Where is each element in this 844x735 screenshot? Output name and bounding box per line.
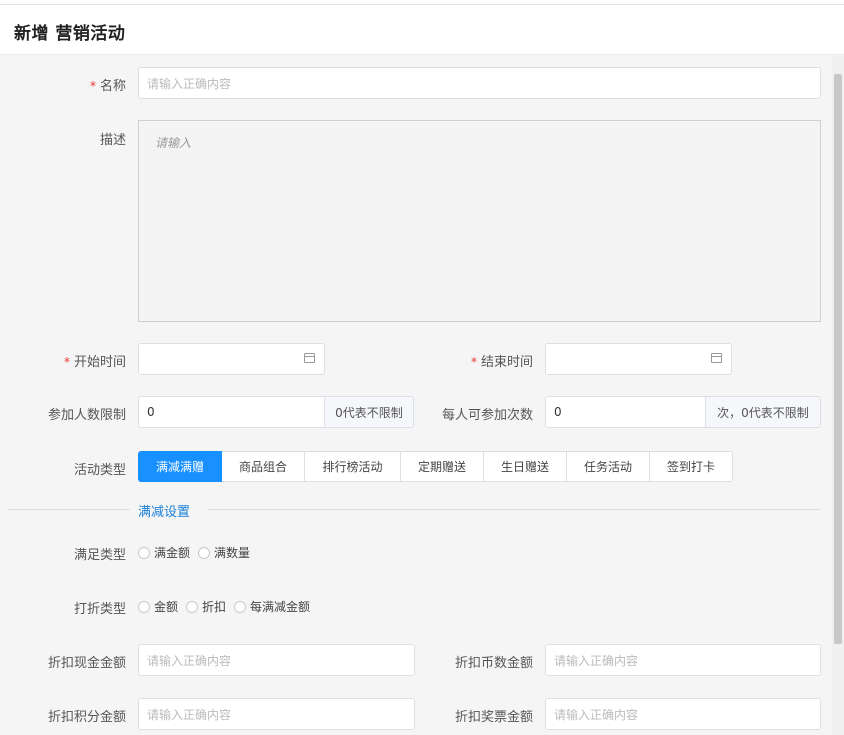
end-time-picker[interactable]: [545, 343, 732, 375]
participant-limit-value: 0: [147, 405, 155, 419]
calendar-icon[interactable]: [711, 353, 722, 363]
radio-circle[interactable]: [198, 546, 211, 559]
coin-discount-label: 折扣币数金额: [454, 656, 533, 671]
end-time-label: * 结束时间: [470, 355, 533, 370]
per-person-limit-label: 每人可参加次数: [441, 408, 533, 423]
points-discount-input[interactable]: 请输入正确内容: [138, 698, 415, 730]
ticket-discount-label: 折扣奖票金额: [454, 710, 533, 725]
description-label: 描述: [99, 133, 126, 148]
dialog-header: 新增 营销活动: [0, 5, 844, 55]
participant-limit-label: 参加人数限制: [47, 408, 126, 423]
name-input[interactable]: 请输入正确内容: [138, 67, 821, 99]
required-mark: *: [63, 355, 70, 369]
per-person-limit-suffix: 次，0代表不限制: [705, 397, 820, 427]
satisfy-type-amount[interactable]: 满金额: [138, 544, 190, 561]
discount-type-amount[interactable]: 金额: [138, 598, 178, 615]
discount-type-group: 金额 折扣 每满减金额: [138, 598, 318, 615]
coin-discount-placeholder: 请输入正确内容: [554, 653, 639, 668]
section-divider-left: [8, 509, 130, 510]
calendar-icon[interactable]: [304, 353, 315, 363]
ticket-discount-placeholder: 请输入正确内容: [554, 707, 639, 722]
radio-circle[interactable]: [186, 600, 199, 613]
name-placeholder: 请输入正确内容: [147, 76, 232, 91]
page-title: 新增 营销活动: [14, 24, 126, 44]
description-placeholder: 请输入: [155, 136, 192, 150]
participant-limit-input[interactable]: 0 0代表不限制: [138, 396, 414, 428]
activity-type-option-leaderboard[interactable]: 排行榜活动: [305, 451, 401, 482]
activity-type-option-full-reduction[interactable]: 满减满赠: [138, 451, 222, 482]
points-discount-placeholder: 请输入正确内容: [147, 707, 232, 722]
section-divider-right: [208, 509, 821, 510]
coin-discount-input[interactable]: 请输入正确内容: [545, 644, 821, 676]
activity-type-option-task[interactable]: 任务活动: [567, 451, 650, 482]
cash-discount-input[interactable]: 请输入正确内容: [138, 644, 415, 676]
activity-type-group: 满减满赠 商品组合 排行榜活动 定期赠送 生日赠送 任务活动 签到打卡: [138, 451, 733, 482]
satisfy-type-group: 满金额 满数量: [138, 544, 258, 561]
start-time-picker[interactable]: [138, 343, 325, 375]
participant-limit-suffix: 0代表不限制: [324, 397, 413, 427]
activity-type-option-product-combo[interactable]: 商品组合: [222, 451, 305, 482]
satisfy-type-label: 满足类型: [73, 548, 126, 563]
cash-discount-label: 折扣现金金额: [47, 656, 126, 671]
section-title: 满减设置: [138, 505, 191, 520]
discount-type-per-full-reduction[interactable]: 每满减金额: [234, 598, 310, 615]
activity-type-option-birthday-gift[interactable]: 生日赠送: [484, 451, 567, 482]
scrollbar[interactable]: [832, 56, 844, 735]
activity-type-option-periodic-gift[interactable]: 定期赠送: [401, 451, 484, 482]
activity-type-option-checkin[interactable]: 签到打卡: [650, 451, 733, 482]
description-textarea[interactable]: 请输入: [138, 120, 821, 322]
radio-circle[interactable]: [138, 546, 150, 559]
per-person-limit-input[interactable]: 0 次，0代表不限制: [545, 396, 821, 428]
discount-type-label: 打折类型: [73, 602, 126, 617]
points-discount-label: 折扣积分金额: [47, 710, 126, 725]
start-time-label: * 开始时间: [63, 355, 126, 370]
cash-discount-placeholder: 请输入正确内容: [147, 653, 232, 668]
radio-circle[interactable]: [138, 600, 150, 613]
required-mark: *: [470, 355, 477, 369]
name-label: * 名称: [89, 79, 126, 94]
required-mark: *: [89, 79, 96, 93]
per-person-limit-value: 0: [554, 405, 562, 419]
satisfy-type-quantity[interactable]: 满数量: [198, 544, 250, 561]
activity-type-label: 活动类型: [73, 463, 126, 478]
scrollbar-thumb[interactable]: [834, 74, 842, 644]
discount-type-discount[interactable]: 折扣: [186, 598, 226, 615]
ticket-discount-input[interactable]: 请输入正确内容: [545, 698, 821, 730]
radio-circle[interactable]: [234, 600, 247, 613]
